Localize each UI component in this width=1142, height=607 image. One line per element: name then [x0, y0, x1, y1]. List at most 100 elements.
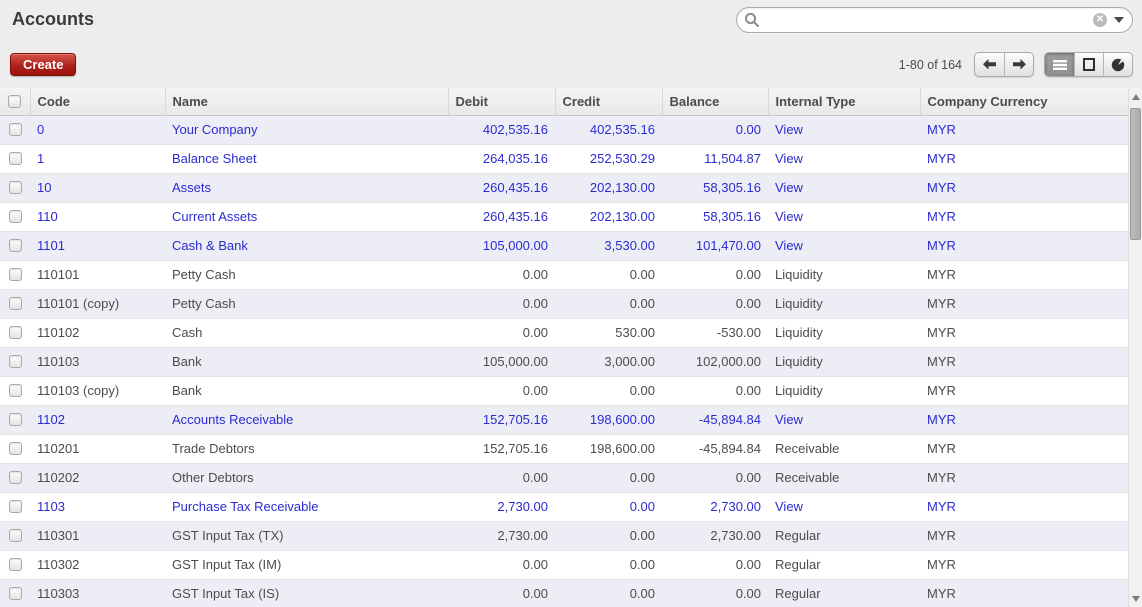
list-view-button[interactable]	[1045, 53, 1074, 76]
row-checkbox[interactable]	[9, 355, 22, 368]
row-checkbox[interactable]	[9, 529, 22, 542]
table-row[interactable]: 0Your Company402,535.16402,535.160.00Vie…	[0, 115, 1128, 144]
cell-credit: 0.00	[555, 289, 662, 318]
cell-internal-type: View	[768, 173, 920, 202]
cell-company-currency: MYR	[920, 347, 1128, 376]
column-header-internal-type[interactable]: Internal Type	[768, 88, 920, 115]
row-checkbox[interactable]	[9, 558, 22, 571]
table-row[interactable]: 110301GST Input Tax (TX)2,730.000.002,73…	[0, 521, 1128, 550]
cell-balance: 2,730.00	[662, 492, 768, 521]
row-checkbox[interactable]	[9, 326, 22, 339]
column-header-balance[interactable]: Balance	[662, 88, 768, 115]
column-header-code[interactable]: Code	[30, 88, 165, 115]
cell-code: 110302	[30, 550, 165, 579]
cell-balance: 0.00	[662, 260, 768, 289]
table-row[interactable]: 110201Trade Debtors152,705.16198,600.00-…	[0, 434, 1128, 463]
select-all-checkbox[interactable]	[8, 95, 21, 108]
search-input[interactable]	[761, 10, 1093, 30]
cell-company-currency: MYR	[920, 405, 1128, 434]
cell-select	[0, 115, 30, 144]
cell-code: 10	[30, 173, 165, 202]
cell-name: Cash	[165, 318, 448, 347]
view-switcher	[1044, 52, 1133, 77]
list-lines-icon	[1053, 59, 1067, 71]
cell-company-currency: MYR	[920, 289, 1128, 318]
cell-select	[0, 463, 30, 492]
cell-company-currency: MYR	[920, 260, 1128, 289]
table-row[interactable]: 110303GST Input Tax (IS)0.000.000.00Regu…	[0, 579, 1128, 607]
cell-credit: 0.00	[555, 579, 662, 607]
cell-company-currency: MYR	[920, 521, 1128, 550]
table-row[interactable]: 110202Other Debtors0.000.000.00Receivabl…	[0, 463, 1128, 492]
cell-credit: 202,130.00	[555, 202, 662, 231]
row-checkbox[interactable]	[9, 413, 22, 426]
row-checkbox[interactable]	[9, 210, 22, 223]
form-view-button[interactable]	[1074, 53, 1103, 76]
row-checkbox[interactable]	[9, 123, 22, 136]
search-icon[interactable]	[743, 11, 761, 29]
accounts-page: Accounts ✕ Create 1-80 of 164	[0, 0, 1142, 607]
table-row[interactable]: 110102Cash0.00530.00-530.00LiquidityMYR	[0, 318, 1128, 347]
cell-credit: 198,600.00	[555, 405, 662, 434]
cell-name: Purchase Tax Receivable	[165, 492, 448, 521]
row-checkbox[interactable]	[9, 471, 22, 484]
row-checkbox[interactable]	[9, 268, 22, 281]
cell-name: GST Input Tax (IM)	[165, 550, 448, 579]
cell-name: Assets	[165, 173, 448, 202]
table-row[interactable]: 110101Petty Cash0.000.000.00LiquidityMYR	[0, 260, 1128, 289]
cell-credit: 252,530.29	[555, 144, 662, 173]
scroll-down-arrow-icon[interactable]	[1129, 592, 1142, 606]
column-header-name[interactable]: Name	[165, 88, 448, 115]
cell-debit: 0.00	[448, 463, 555, 492]
cell-debit: 0.00	[448, 260, 555, 289]
cell-internal-type: View	[768, 492, 920, 521]
cell-name: GST Input Tax (IS)	[165, 579, 448, 607]
cell-debit: 105,000.00	[448, 347, 555, 376]
row-checkbox[interactable]	[9, 297, 22, 310]
cell-code: 110103	[30, 347, 165, 376]
cell-name: Trade Debtors	[165, 434, 448, 463]
graph-view-button[interactable]	[1103, 53, 1132, 76]
cell-balance: 58,305.16	[662, 202, 768, 231]
table-row[interactable]: 1102Accounts Receivable152,705.16198,600…	[0, 405, 1128, 434]
search-clear-icon[interactable]: ✕	[1093, 13, 1107, 27]
table-row[interactable]: 1103Purchase Tax Receivable2,730.000.002…	[0, 492, 1128, 521]
scroll-up-arrow-icon[interactable]	[1129, 90, 1142, 104]
table-row[interactable]: 110103Bank105,000.003,000.00102,000.00Li…	[0, 347, 1128, 376]
row-checkbox[interactable]	[9, 500, 22, 513]
column-header-credit[interactable]: Credit	[555, 88, 662, 115]
cell-internal-type: Liquidity	[768, 347, 920, 376]
cell-code: 1102	[30, 405, 165, 434]
pager-zone: 1-80 of 164	[899, 52, 1133, 77]
column-header-debit[interactable]: Debit	[448, 88, 555, 115]
row-checkbox[interactable]	[9, 587, 22, 600]
column-header-company-currency[interactable]: Company Currency	[920, 88, 1128, 115]
table-row[interactable]: 110103 (copy)Bank0.000.000.00LiquidityMY…	[0, 376, 1128, 405]
cell-select	[0, 579, 30, 607]
cell-internal-type: Regular	[768, 521, 920, 550]
table-row[interactable]: 110302GST Input Tax (IM)0.000.000.00Regu…	[0, 550, 1128, 579]
create-button[interactable]: Create	[10, 53, 76, 76]
table-row[interactable]: 10Assets260,435.16202,130.0058,305.16Vie…	[0, 173, 1128, 202]
row-checkbox[interactable]	[9, 239, 22, 252]
vertical-scrollbar[interactable]	[1128, 88, 1142, 607]
row-checkbox[interactable]	[9, 152, 22, 165]
search-expand-icon[interactable]	[1114, 17, 1124, 23]
row-checkbox[interactable]	[9, 442, 22, 455]
table-row[interactable]: 1101Cash & Bank105,000.003,530.00101,470…	[0, 231, 1128, 260]
scrollbar-thumb[interactable]	[1130, 108, 1141, 240]
cell-company-currency: MYR	[920, 173, 1128, 202]
cell-code: 110102	[30, 318, 165, 347]
cell-company-currency: MYR	[920, 463, 1128, 492]
square-outline-icon	[1083, 58, 1095, 71]
row-checkbox[interactable]	[9, 181, 22, 194]
pager-next-button[interactable]	[1004, 53, 1033, 76]
table-row[interactable]: 110101 (copy)Petty Cash0.000.000.00Liqui…	[0, 289, 1128, 318]
table-row[interactable]: 110Current Assets260,435.16202,130.0058,…	[0, 202, 1128, 231]
cell-balance: 102,000.00	[662, 347, 768, 376]
cell-name: Bank	[165, 347, 448, 376]
table-header-row: Code Name Debit Credit Balance Internal …	[0, 88, 1128, 115]
row-checkbox[interactable]	[9, 384, 22, 397]
table-row[interactable]: 1Balance Sheet264,035.16252,530.2911,504…	[0, 144, 1128, 173]
pager-prev-button[interactable]	[975, 53, 1004, 76]
